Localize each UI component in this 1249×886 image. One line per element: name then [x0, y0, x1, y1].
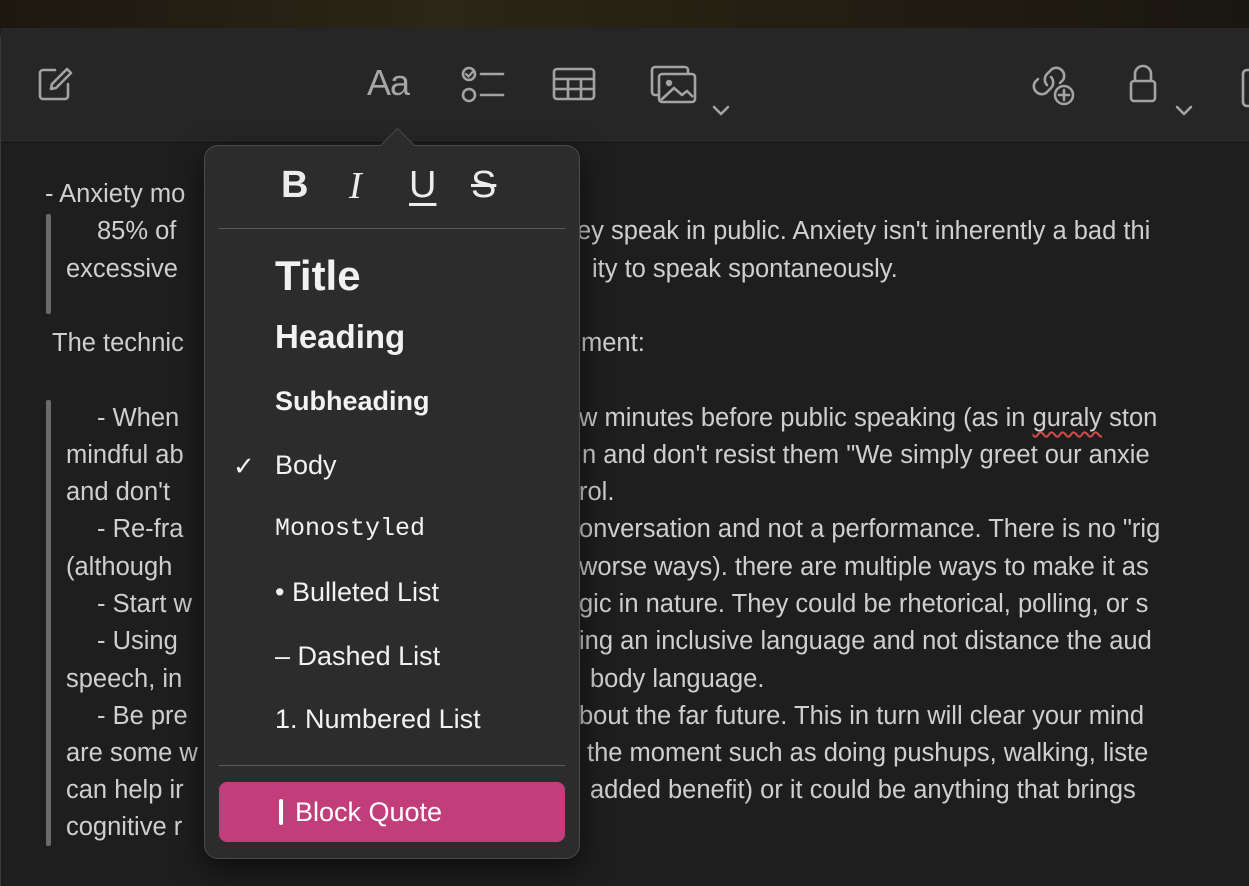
style-monostyled[interactable]: Monostyled	[275, 514, 425, 543]
note-body[interactable]: - Anxiety mo 85% of ey speak in public. …	[1, 142, 1249, 886]
note-line: ity to speak spontaneously.	[592, 255, 898, 283]
strikethrough-button[interactable]: S	[471, 164, 496, 207]
note-line: worse ways). there are multiple ways to …	[579, 553, 1149, 581]
note-line: the moment such as doing pushups, walkin…	[587, 739, 1149, 767]
block-quote-label: Block Quote	[295, 797, 443, 827]
note-line: speech, in	[66, 665, 183, 693]
toolbar: Aa	[1, 28, 1249, 143]
note-line: onversation and not a performance. There…	[579, 515, 1161, 543]
style-subheading[interactable]: Subheading	[275, 386, 430, 417]
misspelled-word: guraly	[1032, 404, 1103, 432]
note-line: ment:	[581, 329, 645, 357]
collaborate-icon[interactable]	[1031, 63, 1077, 107]
note-line: (although	[66, 553, 173, 581]
quote-bar	[46, 400, 51, 846]
note-line: ing an inclusive language and not distan…	[579, 627, 1152, 655]
italic-button[interactable]: I	[349, 164, 362, 208]
note-line: - Re-fra	[97, 515, 184, 543]
note-line: added benefit) or it could be anything t…	[590, 776, 1136, 804]
note-line: are some w	[66, 739, 198, 767]
underline-button[interactable]: U	[409, 164, 436, 207]
style-dashed-list[interactable]: – Dashed List	[275, 641, 440, 672]
note-line: bout the far future. This in turn will c…	[579, 702, 1145, 730]
note-line: The technic	[52, 329, 184, 357]
compose-icon[interactable]	[37, 66, 73, 102]
note-line: can help ir	[66, 776, 184, 804]
note-line: excessive	[66, 255, 178, 283]
format-icon[interactable]: Aa	[367, 62, 410, 104]
format-popover: B I U S Title Heading Subheading ✓ Body …	[204, 127, 580, 859]
note-line: mindful ab	[66, 441, 184, 469]
style-block-quote[interactable]: Block Quote	[219, 782, 565, 842]
style-body[interactable]: Body	[275, 450, 337, 481]
note-line: - Start w	[97, 590, 192, 618]
divider	[219, 228, 565, 229]
note-line: cognitive r	[66, 813, 183, 841]
desktop-wallpaper-strip	[0, 0, 1249, 28]
style-numbered-list[interactable]: 1. Numbered List	[275, 704, 481, 735]
note-line: - Be pre	[97, 702, 188, 730]
note-line: w minutes before public speaking (as in …	[579, 404, 1158, 432]
lock-chevron-down-icon[interactable]	[1175, 104, 1193, 122]
note-line: body language.	[590, 665, 765, 693]
style-bulleted-list[interactable]: • Bulleted List	[275, 577, 439, 608]
note-line: rol.	[579, 478, 615, 506]
sidebar-toggle-icon[interactable]	[1241, 68, 1249, 108]
checklist-icon[interactable]	[461, 66, 505, 104]
note-line: - Anxiety mo	[45, 180, 186, 208]
note-line: ey speak in public. Anxiety isn't inhere…	[577, 217, 1151, 245]
style-heading[interactable]: Heading	[275, 318, 405, 356]
note-line: n and don't resist them "We simply greet…	[582, 441, 1150, 469]
quote-bar	[46, 214, 51, 314]
divider	[219, 765, 565, 766]
style-title[interactable]: Title	[275, 252, 361, 300]
media-icon[interactable]	[650, 65, 698, 105]
notes-window: Aa - Anxiety mo 85% of ey speak in publi…	[0, 28, 1249, 886]
block-quote-bar-icon	[279, 799, 283, 825]
note-line: - When	[97, 404, 180, 432]
note-line: 85% of	[97, 217, 177, 245]
table-icon[interactable]	[552, 67, 596, 101]
note-line: - Using	[97, 627, 178, 655]
media-chevron-down-icon[interactable]	[712, 104, 730, 122]
bold-button[interactable]: B	[281, 164, 308, 207]
note-line: gic in nature. They could be rhetorical,…	[579, 590, 1149, 618]
checkmark-icon: ✓	[233, 451, 255, 481]
note-line: and don't	[66, 478, 171, 506]
lock-icon[interactable]	[1128, 63, 1158, 103]
